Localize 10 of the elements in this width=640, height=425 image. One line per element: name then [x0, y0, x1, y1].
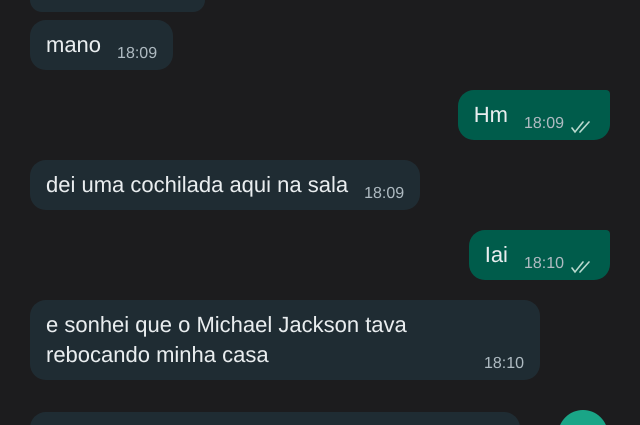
message-time: 18:09 [117, 44, 158, 64]
message-text: mano [46, 31, 102, 59]
message-time: 18:09 [524, 114, 564, 134]
message-text: Hm [474, 101, 508, 129]
message-time: 18:10 [484, 354, 524, 374]
message-time: 18:10 [524, 254, 564, 274]
message-time: 18:09 [364, 184, 404, 204]
message-text: dei uma cochilada aqui na sala [46, 171, 348, 199]
message-text: e sonhei que o Michael Jackson tava rebocando minha casa [46, 311, 408, 369]
message-text: Iai [484, 241, 508, 269]
